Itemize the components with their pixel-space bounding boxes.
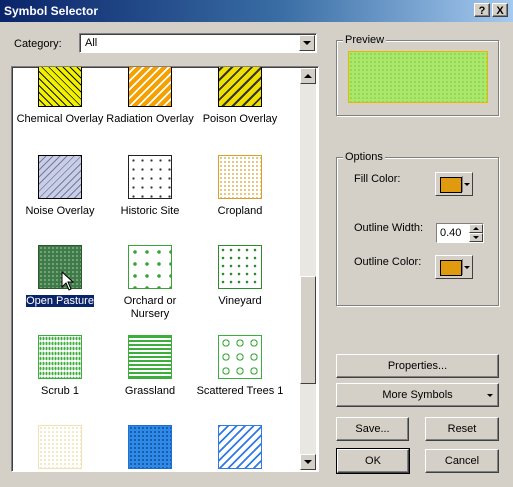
scroll-down-button[interactable]	[300, 454, 316, 470]
open-pasture-swatch	[38, 245, 82, 289]
cancel-button-label: Cancel	[444, 455, 480, 467]
symbol-item[interactable]: Scattered Trees 1	[194, 335, 286, 398]
symbol-list-scrollbar[interactable]	[300, 68, 316, 470]
ok-button[interactable]: OK	[336, 448, 410, 474]
symbol-item[interactable]	[104, 425, 196, 469]
outline-width-input[interactable]: 0.40	[436, 223, 484, 243]
chevron-down-icon	[464, 266, 470, 269]
options-legend: Options	[343, 151, 385, 163]
scroll-thumb[interactable]	[300, 276, 316, 384]
symbol-item[interactable]: Noise Overlay	[14, 155, 106, 218]
arrow-down-icon	[473, 236, 479, 239]
fill-color-chip	[440, 177, 462, 193]
category-dropdown-button[interactable]	[299, 35, 315, 51]
symbol-label: Grassland	[124, 385, 176, 397]
noise-overlay-swatch	[38, 155, 82, 199]
radiation-overlay-swatch	[128, 67, 172, 107]
category-label: Category:	[14, 38, 62, 50]
symbol-item[interactable]: Open Pasture	[14, 245, 106, 308]
help-button[interactable]: ?	[474, 3, 490, 17]
symbol-item[interactable]: Cropland	[194, 155, 286, 218]
outline-color-button[interactable]	[435, 255, 473, 279]
scrub-swatch	[38, 335, 82, 379]
save-button[interactable]: Save...	[336, 417, 409, 441]
chevron-down-icon	[487, 394, 493, 397]
category-dropdown[interactable]: All	[79, 33, 317, 53]
symbol-label: Vineyard	[218, 295, 262, 307]
symbol-label: Chemical Overlay	[16, 113, 104, 125]
grassland-swatch	[128, 335, 172, 379]
divider	[462, 176, 463, 192]
symbol-list[interactable]: Chemical Overlay Radiation Overlay Poiso…	[11, 66, 319, 472]
symbol-item[interactable]: Scrub 1	[14, 335, 106, 398]
chevron-down-icon	[303, 41, 311, 45]
fill-color-button[interactable]	[435, 172, 473, 196]
outline-color-label: Outline Color:	[354, 256, 422, 268]
symbol-label: Radiation Overlay	[106, 113, 194, 125]
mouse-cursor-icon	[61, 271, 75, 291]
reset-button[interactable]: Reset	[425, 417, 499, 441]
blue-hatch-swatch	[218, 425, 262, 469]
symbol-label: Open Pasture	[25, 294, 95, 308]
symbol-item[interactable]	[194, 425, 286, 469]
reset-button-label: Reset	[447, 423, 477, 435]
symbol-item[interactable]: Chemical Overlay	[14, 67, 106, 126]
symbol-label: Scattered Trees 1	[196, 385, 284, 397]
save-button-label: Save...	[355, 423, 390, 435]
symbol-label: Orchard or Nursery	[123, 295, 177, 320]
symbol-item[interactable]	[14, 425, 106, 469]
outline-color-chip	[440, 260, 462, 276]
cancel-button[interactable]: Cancel	[425, 449, 499, 473]
more-symbols-button-label: More Symbols	[382, 389, 453, 401]
arrow-up-icon	[473, 227, 479, 230]
more-symbols-button[interactable]: More Symbols	[336, 383, 499, 407]
vineyard-swatch	[218, 245, 262, 289]
cropland-swatch	[218, 155, 262, 199]
category-value: All	[85, 37, 98, 49]
symbol-label: Historic Site	[120, 205, 180, 217]
arrow-up-icon	[304, 74, 312, 78]
symbol-label: Scrub 1	[41, 385, 79, 397]
symbol-item[interactable]: Vineyard	[194, 245, 286, 308]
symbol-item[interactable]: Orchard or Nursery	[104, 245, 196, 321]
fill-color-label: Fill Color:	[354, 173, 401, 185]
scattered-trees-swatch	[218, 335, 262, 379]
outline-width-value: 0.40	[440, 227, 462, 239]
outline-width-increment[interactable]	[469, 224, 483, 233]
title-bar[interactable]: Symbol Selector	[0, 0, 513, 22]
arrow-down-icon	[304, 460, 312, 464]
ok-button-label: OK	[365, 455, 381, 467]
preview-swatch	[348, 51, 488, 103]
blue-dots-swatch	[128, 425, 172, 469]
poison-overlay-swatch	[218, 67, 262, 107]
scroll-up-button[interactable]	[300, 68, 316, 84]
historic-site-swatch	[128, 155, 172, 199]
orchard-swatch	[128, 245, 172, 289]
chemical-overlay-swatch	[38, 67, 82, 107]
pale-dots-swatch	[38, 425, 82, 469]
symbol-label: Noise Overlay	[25, 205, 95, 217]
symbol-item[interactable]: Radiation Overlay	[104, 67, 196, 126]
divider	[462, 259, 463, 275]
properties-button-label: Properties...	[387, 360, 448, 372]
chevron-down-icon	[464, 183, 470, 186]
outline-width-decrement[interactable]	[469, 233, 483, 242]
symbol-item[interactable]: Grassland	[104, 335, 196, 398]
symbol-label: Poison Overlay	[202, 113, 278, 125]
symbol-item[interactable]: Poison Overlay	[194, 67, 286, 126]
symbol-item[interactable]: Historic Site	[104, 155, 196, 218]
preview-legend: Preview	[343, 34, 387, 46]
outline-width-label: Outline Width:	[354, 222, 424, 234]
symbol-label: Cropland	[217, 205, 263, 217]
window-title: Symbol Selector	[4, 4, 99, 18]
close-button[interactable]: X	[492, 3, 508, 17]
properties-button[interactable]: Properties...	[336, 354, 499, 378]
